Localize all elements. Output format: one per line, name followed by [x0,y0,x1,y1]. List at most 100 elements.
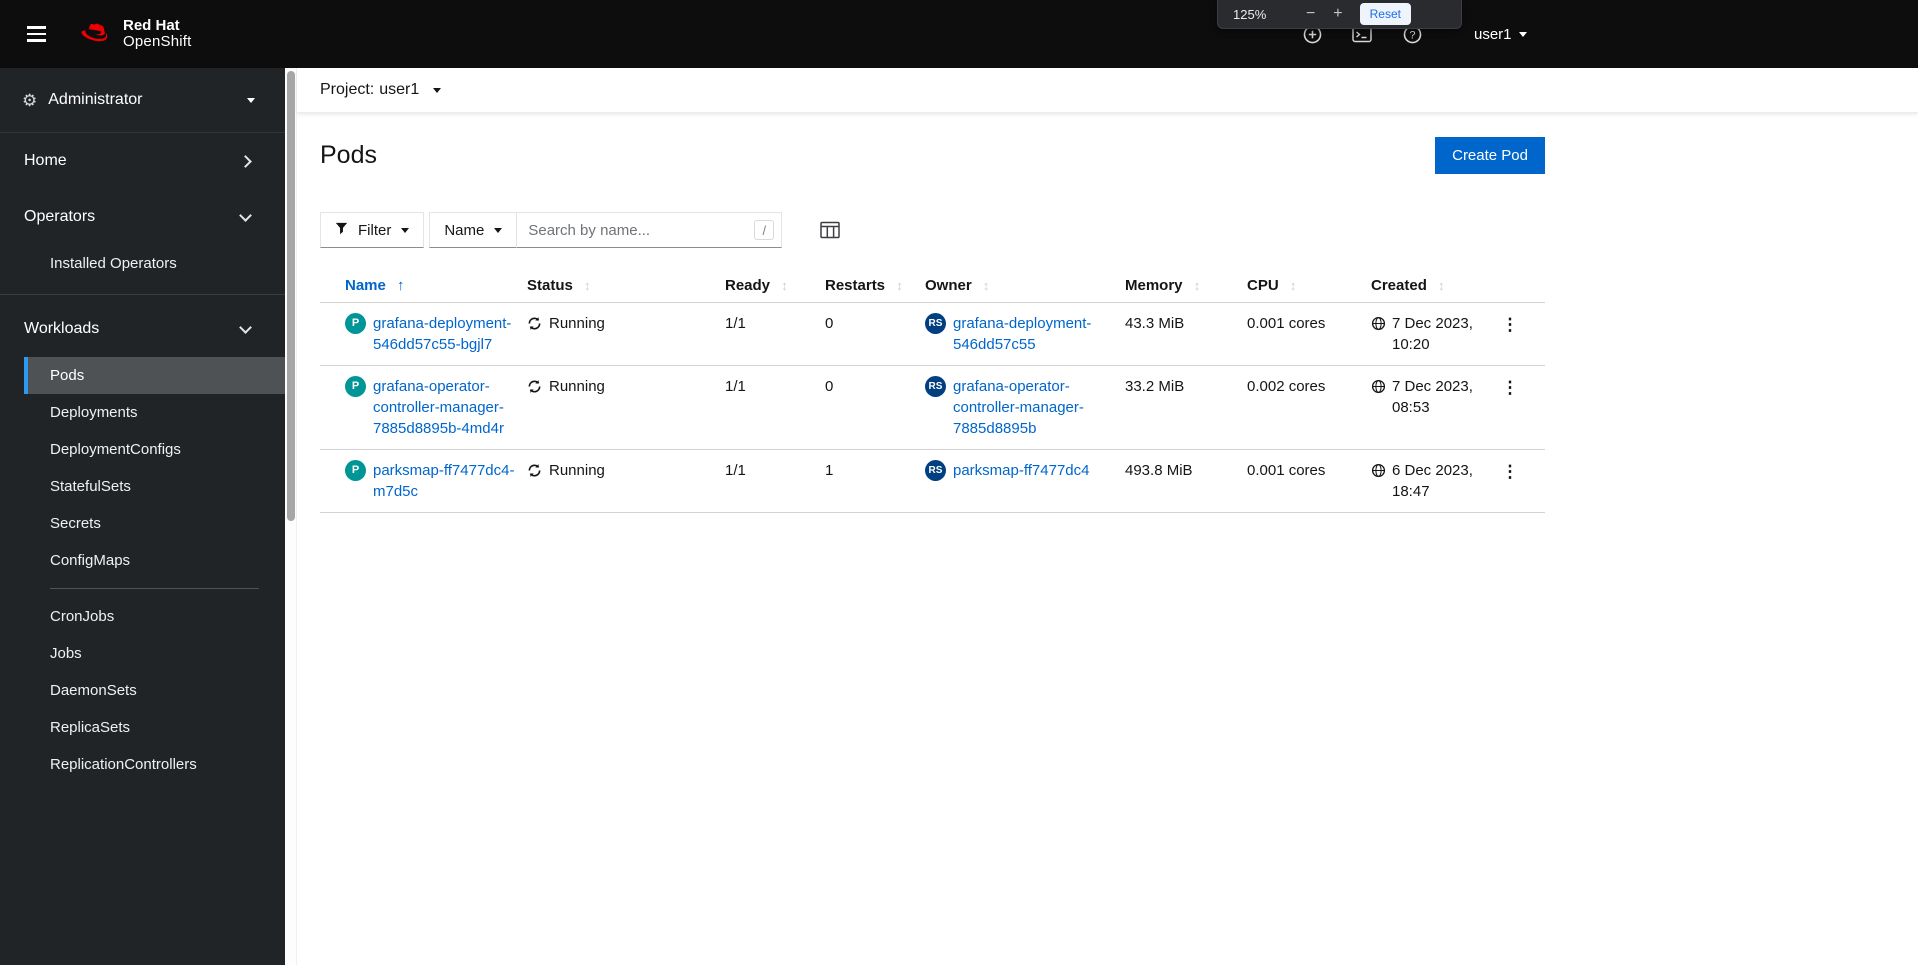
kebab-menu-button[interactable]: ⋮ [1495,377,1526,398]
page-body: ⚙ Administrator Home Operators Installed… [0,68,1918,965]
pod-name-link[interactable]: grafana-operator-controller-manager-7885… [373,376,519,439]
zoom-out-button[interactable]: − [1297,6,1324,22]
running-sync-icon [527,463,542,478]
nav-item-daemonsets[interactable]: DaemonSets [24,672,285,709]
pod-badge: P [345,376,366,397]
nav-item-jobs[interactable]: Jobs [24,635,285,672]
table-row: P parksmap-ff7477dc4-m7d5c Running 1/1 1… [320,450,1545,513]
globe-icon [1371,316,1386,331]
column-header-actions [1491,271,1545,303]
attribute-label: Name [444,221,485,239]
restarts-cell: 0 [825,315,834,332]
sidebar-scrollbar[interactable] [285,68,297,965]
manage-columns-icon[interactable] [818,219,842,241]
brand-logo[interactable]: Red Hat OpenShift [75,18,192,51]
caret-down-icon [1518,31,1527,37]
nav-group-workloads: Workloads Pods Deployments DeploymentCon… [0,301,285,803]
owner-link[interactable]: parksmap-ff7477dc4 [953,460,1109,481]
brand-text: Red Hat OpenShift [123,17,192,50]
column-header-restarts[interactable]: Restarts ↕ [825,271,925,303]
caret-down-icon [494,227,503,233]
cpu-cell: 0.002 cores [1247,378,1326,395]
nav-item-replicationcontrollers[interactable]: ReplicationControllers [24,746,285,783]
column-header-memory[interactable]: Memory ↕ [1125,271,1247,303]
column-header-owner[interactable]: Owner ↕ [925,271,1125,303]
filter-label: Filter [358,221,392,239]
globe-icon [1371,379,1386,394]
filter-dropdown[interactable]: Filter [320,212,425,248]
table-row: P grafana-deployment-546dd57c55-bgjl7 Ru… [320,303,1545,366]
kebab-menu-button[interactable]: ⋮ [1495,314,1526,335]
memory-cell: 33.2 MiB [1125,378,1185,395]
create-pod-button[interactable]: Create Pod [1435,137,1545,174]
perspective-label: Administrator [48,91,143,108]
nav-section-label: Home [24,152,67,169]
project-bar: Project: user1 [297,68,1918,113]
zoom-reset-button[interactable]: Reset [1359,3,1411,25]
column-header-created[interactable]: Created ↕ [1371,271,1491,303]
caret-down-icon [433,87,442,93]
nav-item-replicasets[interactable]: ReplicaSets [24,709,285,746]
replicaset-badge: RS [925,313,946,334]
toolbar: Filter Name / [320,212,1918,248]
search-input[interactable] [516,212,783,248]
owner-link[interactable]: grafana-deployment-546dd57c55 [953,313,1109,355]
restarts-cell: 0 [825,378,834,395]
nav-section-home[interactable]: Home [0,133,285,189]
keyboard-shortcut-badge: / [754,220,775,240]
replicaset-badge: RS [925,460,946,481]
column-header-status[interactable]: Status ↕ [527,271,725,303]
nav-item-installed-operators[interactable]: Installed Operators [24,245,285,282]
sort-icon: ↕ [584,278,591,293]
caret-down-icon [401,227,410,233]
status-text: Running [549,462,605,479]
svg-text:?: ? [1409,29,1415,41]
running-sync-icon [527,379,542,394]
project-selector[interactable]: Project: user1 [320,81,442,99]
nav-item-statefulsets[interactable]: StatefulSets [24,468,285,505]
scrollbar-thumb[interactable] [287,71,295,521]
user-menu[interactable]: user1 [1474,0,1527,68]
username: user1 [1474,25,1512,43]
pod-badge: P [345,313,366,334]
table-row: P grafana-operator-controller-manager-78… [320,366,1545,450]
nav-item-deploymentconfigs[interactable]: DeploymentConfigs [24,431,285,468]
restarts-cell: 1 [825,462,834,479]
search-field-wrap: / [516,212,783,248]
nav-section-operators[interactable]: Operators [0,189,285,245]
zoom-level: 125% [1233,6,1267,22]
nav-section-label: Workloads [24,320,100,337]
nav-item-configmaps[interactable]: ConfigMaps [24,542,285,579]
nav-toggle-hamburger-icon[interactable] [18,16,54,52]
nav-item-pods[interactable]: Pods [24,357,285,394]
status-text: Running [549,378,605,395]
column-header-ready[interactable]: Ready ↕ [725,271,825,303]
sidebar-nav: ⚙ Administrator Home Operators Installed… [0,68,285,965]
nav-section-workloads[interactable]: Workloads [0,301,285,357]
kebab-menu-button[interactable]: ⋮ [1495,461,1526,482]
search-attribute-dropdown[interactable]: Name [429,212,518,248]
nav-item-secrets[interactable]: Secrets [24,505,285,542]
ready-cell: 1/1 [725,315,746,332]
caret-down-icon [247,97,255,103]
openshift-console: Red Hat OpenShift ? user1 125% − + Reset… [0,0,1918,965]
memory-cell: 493.8 MiB [1125,462,1193,479]
sort-icon: ↕ [1438,278,1445,293]
masthead: Red Hat OpenShift ? user1 125% − + Reset [0,0,1918,68]
column-header-cpu[interactable]: CPU ↕ [1247,271,1371,303]
zoom-in-button[interactable]: + [1324,6,1351,22]
perspective-switcher[interactable]: ⚙ Administrator [0,68,285,133]
pod-name-link[interactable]: grafana-deployment-546dd57c55-bgjl7 [373,313,519,355]
sort-icon: ↕ [1193,278,1201,293]
pod-name-link[interactable]: parksmap-ff7477dc4-m7d5c [373,460,519,502]
cpu-cell: 0.001 cores [1247,462,1326,479]
running-sync-icon [527,316,542,331]
redhat-fedora-icon [75,18,113,51]
browser-zoom-popup: 125% − + Reset [1217,0,1462,29]
nav-divider [50,588,259,589]
nav-item-cronjobs[interactable]: CronJobs [24,598,285,635]
chevron-right-icon [239,154,252,168]
column-header-name[interactable]: Name ↑ [320,271,527,303]
nav-item-deployments[interactable]: Deployments [24,394,285,431]
owner-link[interactable]: grafana-operator-controller-manager-7885… [953,376,1109,439]
